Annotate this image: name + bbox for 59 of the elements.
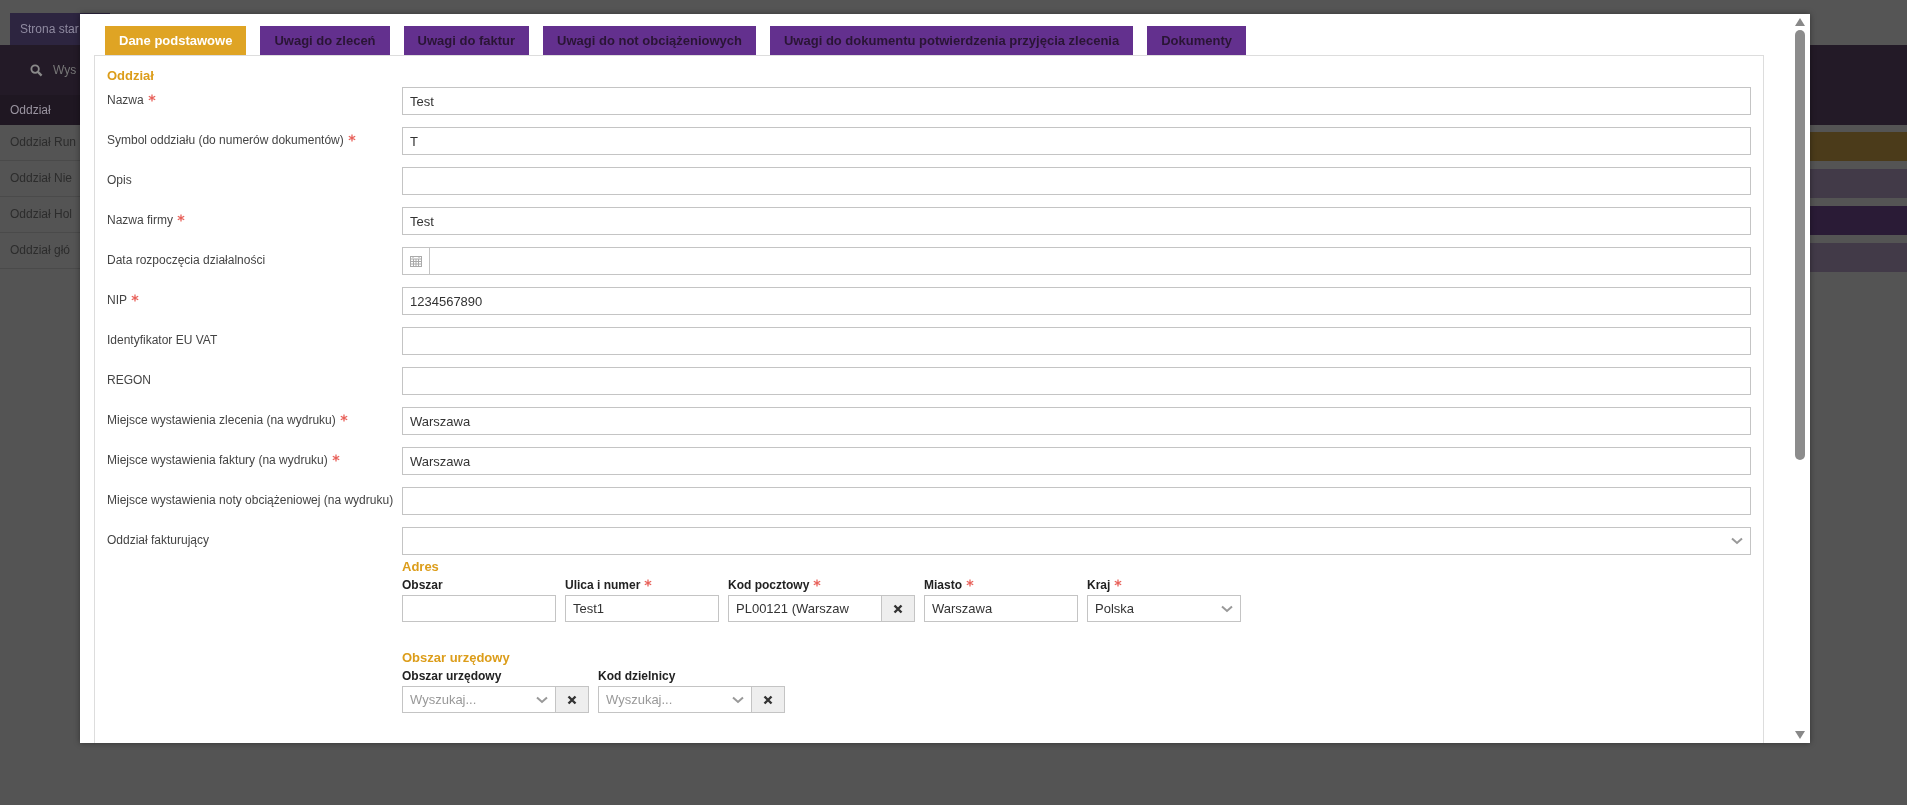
field-label: NIP bbox=[107, 293, 127, 307]
search-bar[interactable]: Wys bbox=[0, 45, 80, 95]
text-field[interactable] bbox=[402, 595, 556, 622]
search-icon bbox=[30, 63, 43, 77]
text-field[interactable] bbox=[402, 487, 1751, 515]
field-label: REGON bbox=[107, 373, 151, 387]
close-icon bbox=[893, 603, 903, 614]
text-field[interactable]: Warszawa bbox=[924, 595, 1078, 622]
tab[interactable]: Dane podstawowe bbox=[105, 26, 247, 55]
arrow-down-icon[interactable] bbox=[1795, 731, 1805, 739]
country-dropdown[interactable]: Polska bbox=[1087, 595, 1241, 622]
close-icon bbox=[567, 694, 577, 705]
scrollbar[interactable] bbox=[1794, 18, 1806, 739]
search-dropdown[interactable]: Wyszukaj... bbox=[598, 686, 752, 713]
text-field[interactable] bbox=[402, 367, 1751, 395]
field-label: Miejsce wystawienia faktury (na wydruku) bbox=[107, 453, 328, 467]
text-field[interactable]: Warszawa bbox=[402, 447, 1751, 475]
field-label: Identyfikator EU VAT bbox=[107, 333, 218, 347]
text-field[interactable] bbox=[402, 327, 1751, 355]
section-title: Adres bbox=[402, 559, 440, 576]
text-field[interactable]: 1234567890 bbox=[402, 287, 1751, 315]
field-label: Kraj bbox=[1087, 578, 1111, 592]
field-label: Kod dzielnicy bbox=[598, 669, 676, 683]
text-field[interactable] bbox=[402, 167, 1751, 195]
text-field[interactable]: Test bbox=[402, 207, 1751, 235]
clear-button[interactable] bbox=[882, 595, 915, 622]
close-icon bbox=[763, 694, 773, 705]
field-label: Symbol oddziału (do numerów dokumentów) bbox=[107, 133, 344, 147]
calendar-icon bbox=[410, 255, 422, 267]
chevron-down-icon bbox=[1221, 604, 1233, 613]
chevron-down-icon bbox=[536, 695, 548, 704]
text-field[interactable]: T bbox=[402, 127, 1751, 155]
field-label: Oddział fakturujący bbox=[107, 533, 210, 547]
field-label: Nazwa bbox=[107, 93, 144, 107]
chevron-down-icon bbox=[1731, 537, 1743, 545]
list-header: Oddział bbox=[0, 95, 80, 125]
chevron-down-icon bbox=[732, 695, 744, 704]
field-label: Miasto bbox=[924, 578, 962, 592]
search-dropdown[interactable]: Wyszukaj... bbox=[402, 686, 556, 713]
field-label: Kod pocztowy bbox=[728, 578, 810, 592]
section-title: Oddział bbox=[107, 68, 155, 85]
field-label: Ulica i numer bbox=[565, 578, 641, 592]
clear-button[interactable] bbox=[556, 686, 589, 713]
section-title: Obszar urzędowy bbox=[402, 650, 511, 667]
text-field[interactable]: Warszawa bbox=[402, 407, 1751, 435]
arrow-up-icon[interactable] bbox=[1795, 18, 1805, 26]
field-label: Opis bbox=[107, 173, 132, 187]
dropdown[interactable] bbox=[402, 527, 1751, 555]
date-field[interactable] bbox=[402, 247, 1751, 275]
text-field[interactable]: Test bbox=[402, 87, 1751, 115]
field-label: Obszar urzędowy bbox=[402, 669, 502, 683]
field-label: Obszar bbox=[402, 578, 443, 592]
field-label: Nazwa firmy bbox=[107, 213, 173, 227]
text-field[interactable]: Test1 bbox=[565, 595, 719, 622]
field-label: Data rozpoczęcia działalności bbox=[107, 253, 266, 267]
clear-button[interactable] bbox=[752, 686, 785, 713]
field-label: Miejsce wystawienia zlecenia (na wydruku) bbox=[107, 413, 336, 427]
postal-code-field[interactable]: PL00121 (Warszaw bbox=[728, 595, 882, 622]
field-label: Miejsce wystawienia noty obciążeniowej (na wydruku) bbox=[107, 493, 394, 507]
